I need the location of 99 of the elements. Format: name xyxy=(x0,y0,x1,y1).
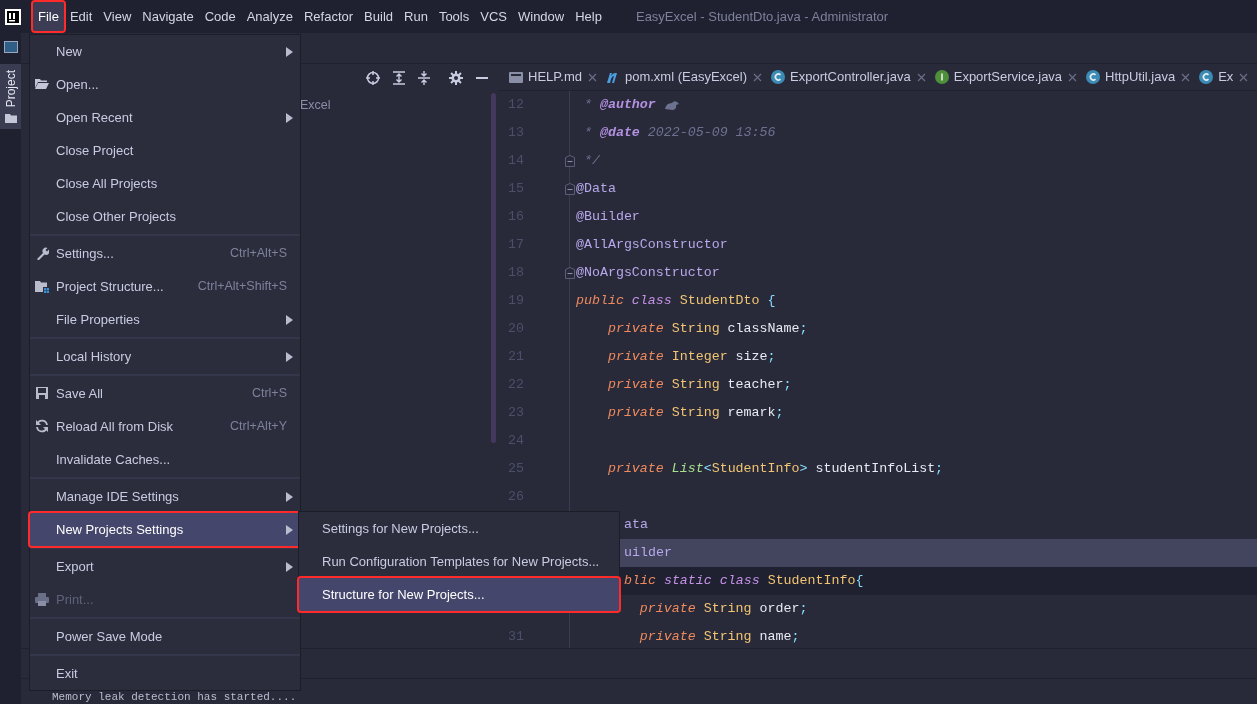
menu-item[interactable]: New xyxy=(30,35,300,68)
printer-icon xyxy=(35,592,49,606)
collapse-all-icon[interactable] xyxy=(418,70,430,85)
close-icon[interactable] xyxy=(916,72,926,82)
scrollbar[interactable] xyxy=(491,93,496,443)
menu-bar-item[interactable]: Refactor xyxy=(298,2,359,31)
menu-item[interactable]: Close Project xyxy=(30,134,300,167)
locate-icon[interactable] xyxy=(366,70,380,85)
menu-item[interactable]: Save All Ctrl+S xyxy=(30,377,300,410)
menu-bar-item[interactable]: Edit xyxy=(64,2,98,31)
code-line: * @date 2022-05-09 13:56 xyxy=(582,124,776,143)
close-icon[interactable] xyxy=(753,72,763,82)
menu-item[interactable]: New Projects Settings xyxy=(30,513,300,546)
close-icon[interactable] xyxy=(1239,72,1249,82)
menu-item[interactable]: File Properties xyxy=(30,303,300,336)
expand-all-icon[interactable] xyxy=(393,70,405,85)
console-text: Memory leak detection has started.... xyxy=(52,691,297,703)
fold-icon[interactable] xyxy=(565,267,575,279)
menu-bar-item[interactable]: Navigate xyxy=(137,2,199,31)
menu-bar-item[interactable]: Analyze xyxy=(241,2,298,31)
menu-bar-item[interactable]: Window xyxy=(512,2,570,31)
code-line: public class StudentDto { xyxy=(576,292,776,311)
monitor-icon[interactable] xyxy=(3,41,18,53)
code-line: private String className; xyxy=(606,320,808,339)
fold-icon[interactable] xyxy=(565,155,575,167)
editor-tab[interactable]: HELP.md xyxy=(506,64,603,90)
menu-item[interactable]: Settings for New Projects... xyxy=(299,512,619,545)
folder-icon xyxy=(35,77,49,91)
menu-item[interactable]: Run Configuration Templates for New Projects... xyxy=(299,545,619,578)
menu-item[interactable]: Local History xyxy=(30,340,300,373)
folder-grid-icon xyxy=(35,279,49,293)
menu-bar-item[interactable]: Help xyxy=(570,2,607,31)
menu-bar-item[interactable]: Run xyxy=(399,2,433,31)
file-icon xyxy=(509,70,523,84)
editor-tab[interactable]: HttpUtil.java xyxy=(1083,64,1197,90)
code-line: @Builder xyxy=(576,208,640,227)
menu-bar-item[interactable]: Tools xyxy=(433,2,475,31)
code-line: * @author xyxy=(582,96,656,115)
code-line: private String remark; xyxy=(606,404,784,423)
code-line: @AllArgsConstructor xyxy=(576,236,728,255)
minimize-icon[interactable] xyxy=(476,76,488,79)
code-line: */ xyxy=(582,152,600,171)
menu-item[interactable]: Open... xyxy=(30,68,300,101)
menu-bar-item[interactable]: View xyxy=(98,2,137,31)
maven-icon xyxy=(605,70,620,84)
menu-item[interactable]: Manage IDE Settings xyxy=(30,480,300,513)
code-line: private String teacher; xyxy=(606,376,792,395)
tab-label: Ex xyxy=(1218,68,1234,87)
class-icon xyxy=(1086,70,1101,84)
menu-item[interactable]: Project Structure... Ctrl+Alt+Shift+S xyxy=(30,270,300,303)
tool-window-tab[interactable]: Project xyxy=(0,64,21,130)
tab-label: ExportController.java xyxy=(790,68,911,87)
menu-item[interactable]: Power Save Mode xyxy=(30,620,300,653)
close-icon[interactable] xyxy=(1181,72,1191,82)
editor-tab[interactable]: ExportService.java xyxy=(931,64,1084,90)
interface-icon xyxy=(934,70,949,84)
code-line: private Integer size; xyxy=(606,348,776,367)
editor-tab[interactable]: ExportController.java xyxy=(768,64,932,90)
save-icon xyxy=(35,386,49,400)
close-icon[interactable] xyxy=(1068,72,1078,82)
menu-bar-item[interactable]: Code xyxy=(199,2,241,31)
code-line: private String order; xyxy=(638,600,808,619)
tab-label: ExportService.java xyxy=(953,68,1063,87)
class-icon xyxy=(771,70,786,84)
code-line: @NoArgsConstructor xyxy=(576,264,720,283)
menu-item[interactable]: Close Other Projects xyxy=(30,200,300,233)
settings-icon[interactable] xyxy=(449,70,463,85)
tab-label: HELP.md xyxy=(528,68,582,87)
code-line: blic static class StudentInfo{ xyxy=(624,572,864,591)
class-icon xyxy=(1199,70,1214,84)
wrench-icon xyxy=(35,246,49,260)
menu-item[interactable]: Settings... Ctrl+Alt+S xyxy=(30,237,300,270)
fold-icon[interactable] xyxy=(565,183,575,195)
menu-bar-item[interactable]: Build xyxy=(359,2,398,31)
bird-icon xyxy=(663,99,680,111)
menu-item[interactable]: Open Recent xyxy=(30,101,300,134)
close-icon[interactable] xyxy=(587,72,597,82)
reload-icon xyxy=(35,419,49,433)
code-line: uilder xyxy=(624,544,672,563)
menu-item[interactable]: Reload All from Disk Ctrl+Alt+Y xyxy=(30,410,300,443)
editor-tab[interactable]: pom.xml (EasyExcel) xyxy=(602,64,769,90)
menu-bar-item[interactable]: VCS xyxy=(475,2,512,31)
menu-item[interactable]: Close All Projects xyxy=(30,167,300,200)
menu-item[interactable]: Exit xyxy=(30,657,300,690)
menu-item[interactable]: Invalidate Caches... xyxy=(30,443,300,476)
tree-item[interactable]: Excel xyxy=(300,96,331,115)
app-logo-icon xyxy=(5,8,21,25)
editor-tab[interactable]: Ex xyxy=(1196,64,1255,90)
code-line: private List<StudentInfo> studentInfoList; xyxy=(606,460,944,479)
tab-label: pom.xml (EasyExcel) xyxy=(624,68,748,87)
code-line: @Data xyxy=(576,180,616,199)
folder-icon xyxy=(4,113,17,124)
menu-item[interactable]: Structure for New Projects... xyxy=(299,578,619,611)
window-title: EasyExcel - StudentDto.java - Administrator xyxy=(635,7,889,26)
menu-bar-item[interactable]: File xyxy=(33,2,64,31)
menu-item[interactable]: Export xyxy=(30,550,300,583)
tab-label: HttpUtil.java xyxy=(1105,68,1176,87)
code-line: private String name; xyxy=(638,628,800,647)
code-line: ata xyxy=(624,516,648,535)
